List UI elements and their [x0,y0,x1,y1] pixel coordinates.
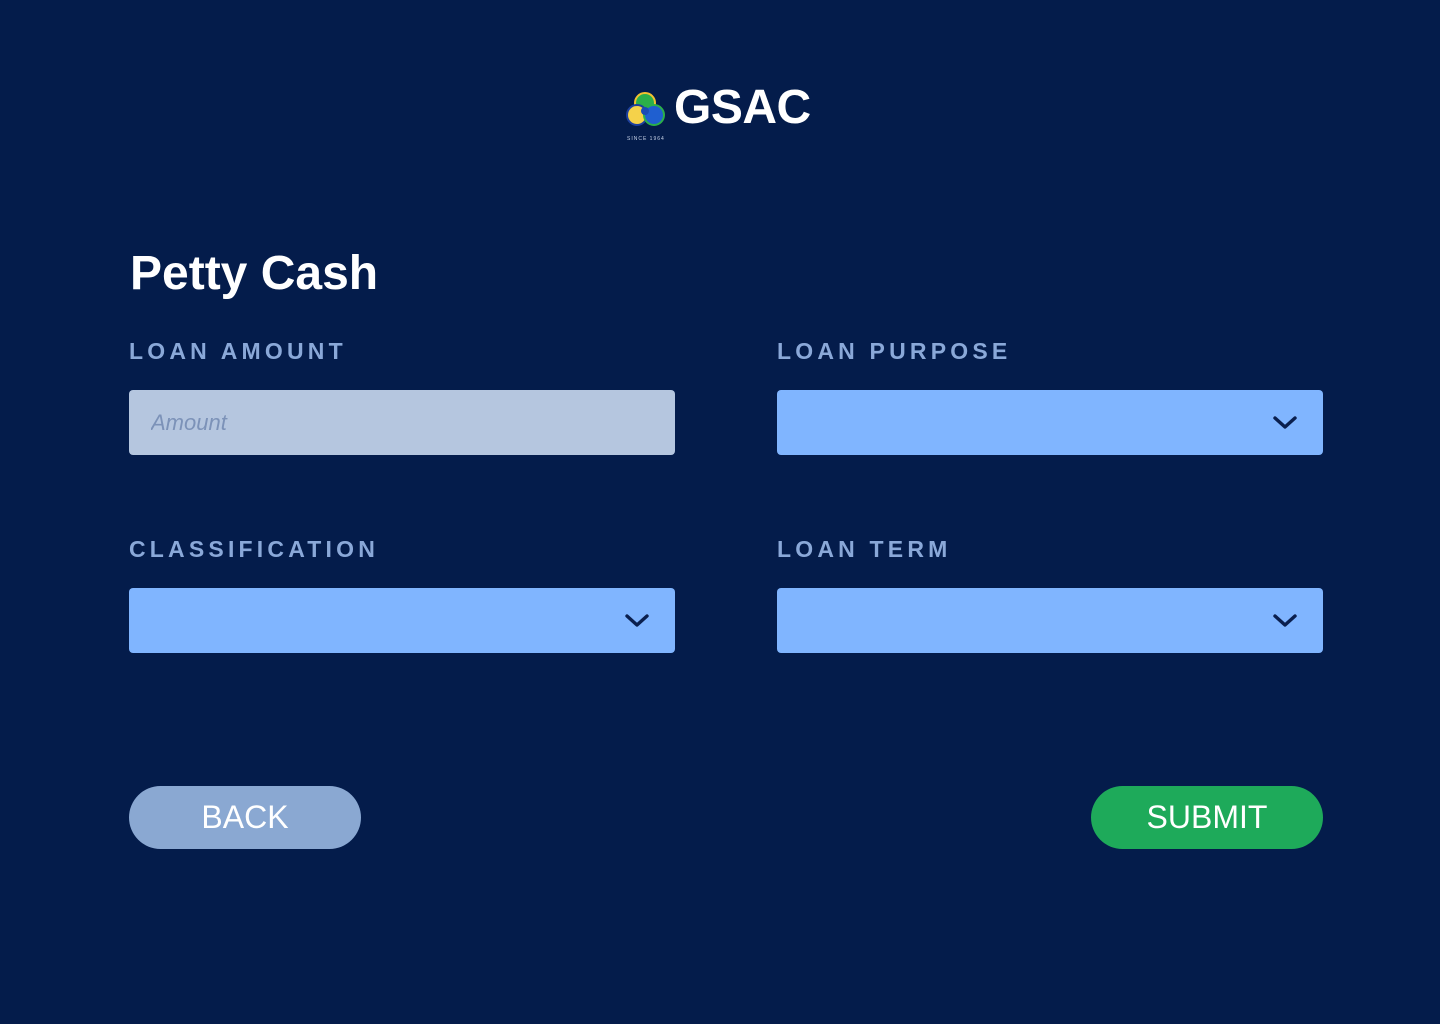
classification-select[interactable] [129,588,675,653]
loan-term-label: LOAN TERM [777,536,952,562]
loan-amount-label: LOAN AMOUNT [129,338,347,364]
loan-purpose-select[interactable] [777,390,1323,455]
page-title: Petty Cash [130,247,379,300]
submit-button[interactable]: SUBMIT [1091,786,1323,849]
gsac-logo-icon [626,92,665,126]
brand-logo: GSAC SINCE 1964 [624,81,814,144]
loan-term-select[interactable] [777,588,1323,653]
classification-label: CLASSIFICATION [129,536,380,562]
chevron-down-icon [1273,416,1297,429]
brand-name: GSAC [674,81,811,134]
loan-amount-input[interactable] [129,390,675,455]
back-button[interactable]: BACK [129,786,361,849]
chevron-down-icon [1273,614,1297,627]
loan-purpose-label: LOAN PURPOSE [777,338,1012,364]
chevron-down-icon [625,614,649,627]
brand-tagline: SINCE 1964 [627,136,665,142]
